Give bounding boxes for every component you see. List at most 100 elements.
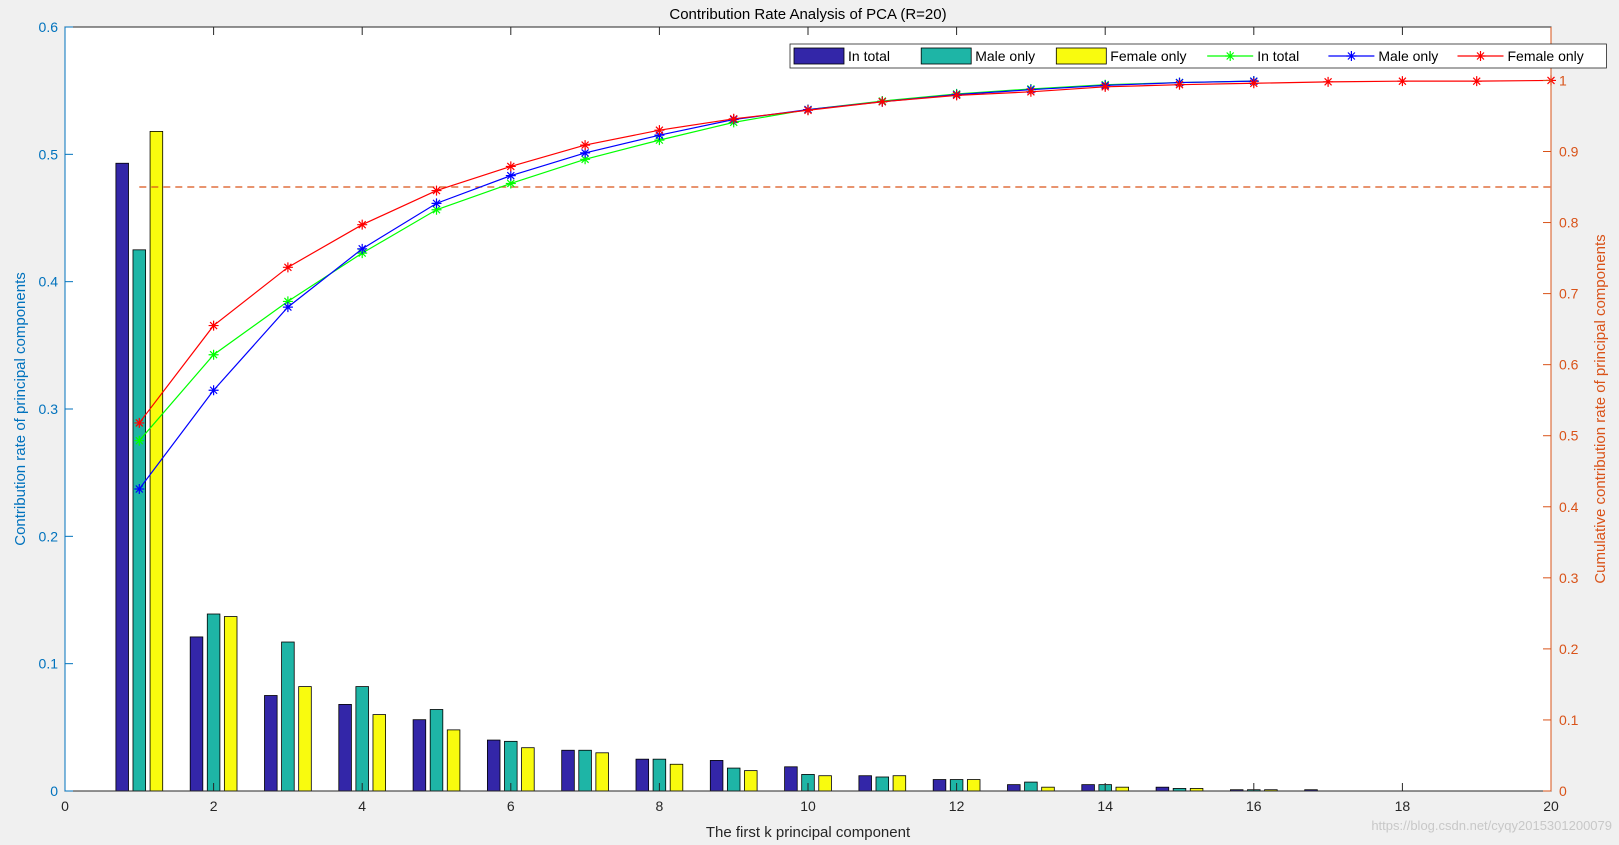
bar — [1041, 786, 1055, 792]
line-point — [1323, 76, 1334, 87]
y-left-tick-label: 0.1 — [39, 656, 59, 672]
bar — [1115, 786, 1130, 792]
legend-label: Female only — [1508, 48, 1584, 64]
y-right-tick-label: 0.9 — [1559, 143, 1579, 159]
bar — [635, 758, 650, 792]
y-right-tick-label: 0.1 — [1559, 712, 1579, 728]
bar — [892, 775, 907, 792]
bar — [298, 686, 312, 792]
x-tick-label: 2 — [210, 798, 218, 814]
y-right-tick-label: 0.2 — [1559, 641, 1579, 657]
line-point — [505, 170, 516, 181]
bar — [132, 249, 147, 792]
line-point — [208, 385, 219, 396]
y-axis-left-label: Contribution rate of principal component… — [12, 272, 29, 546]
legend-label: In total — [848, 48, 890, 64]
legend-label: In total — [1257, 48, 1299, 64]
bar — [281, 641, 295, 792]
y-left-tick-label: 0.5 — [39, 146, 59, 162]
legend-swatch — [920, 47, 972, 65]
bar — [412, 719, 427, 792]
y-left-tick-label: 0.3 — [39, 401, 59, 417]
x-tick-label: 12 — [949, 798, 965, 814]
bar — [932, 779, 947, 792]
y-right-tick-label: 0.3 — [1559, 570, 1579, 586]
line-point — [877, 96, 888, 107]
bar — [818, 775, 832, 792]
pca-chart: Contribution Rate Analysis of PCA (R=20)… — [12, 6, 1612, 841]
x-tick-label: 20 — [1543, 798, 1559, 814]
x-tick-label: 6 — [507, 798, 515, 814]
bar — [264, 695, 278, 792]
bar — [338, 704, 352, 792]
line-point — [357, 243, 368, 254]
bar — [858, 775, 872, 792]
x-tick-label: 4 — [358, 798, 366, 814]
line-point — [1346, 51, 1357, 61]
line-point — [431, 185, 442, 196]
line-point — [1225, 51, 1236, 61]
bar — [189, 636, 204, 792]
bar — [784, 766, 798, 792]
line-point — [208, 349, 219, 360]
bar — [1155, 786, 1170, 792]
line-point — [282, 302, 293, 313]
legend-label: Female only — [1110, 48, 1186, 64]
y-left-tick-label: 0.2 — [39, 528, 59, 544]
legend-swatch — [1055, 47, 1107, 65]
line-point — [951, 90, 962, 101]
x-tick-label: 0 — [61, 798, 69, 814]
y-right-tick-label: 0.6 — [1559, 357, 1579, 373]
bar — [1007, 784, 1021, 792]
line-point — [208, 320, 219, 331]
legend-label: Male only — [1378, 48, 1438, 64]
line-point — [134, 417, 145, 428]
bar — [486, 739, 501, 792]
bar — [709, 760, 724, 792]
line-point — [1475, 51, 1486, 61]
x-axis-label: The first k principal component — [706, 824, 911, 841]
legend: In total Male only Female only In total Male… — [789, 43, 1607, 69]
line-point — [803, 105, 813, 116]
bar — [744, 770, 758, 792]
line-point — [1471, 76, 1482, 87]
line-point — [431, 198, 442, 209]
y-left-tick-label: 0.6 — [39, 19, 59, 35]
line-point — [580, 140, 591, 151]
line-point — [1174, 79, 1185, 90]
x-tick-label: 10 — [800, 798, 816, 814]
watermark: https://blog.csdn.net/cyqy2015301200079 — [1371, 818, 1612, 833]
bar — [578, 749, 592, 792]
line-point — [134, 435, 145, 446]
bar — [595, 752, 609, 792]
bar — [223, 616, 238, 792]
bar — [355, 686, 369, 792]
bar — [875, 776, 890, 792]
bar — [669, 763, 684, 792]
bar — [372, 714, 387, 792]
y-left-tick-label: 0.4 — [39, 274, 59, 290]
bar — [561, 749, 575, 792]
bar — [1024, 781, 1038, 792]
x-tick-label: 16 — [1246, 798, 1262, 814]
line-point — [728, 113, 739, 124]
x-tick-label: 14 — [1097, 798, 1113, 814]
line-point — [1397, 76, 1408, 87]
y-right-tick-label: 0.4 — [1559, 499, 1579, 515]
chart-title: Contribution Rate Analysis of PCA (R=20) — [669, 6, 946, 23]
bar — [726, 767, 741, 792]
legend-label: Male only — [975, 48, 1035, 64]
y-right-tick-label: 0.5 — [1559, 428, 1579, 444]
line-point — [357, 219, 368, 230]
y-right-tick-label: 0 — [1559, 783, 1567, 799]
bar — [429, 709, 444, 792]
bar — [115, 162, 129, 792]
x-tick-label: 18 — [1395, 798, 1411, 814]
line-point — [1248, 78, 1259, 89]
line-point — [1025, 86, 1036, 97]
bar — [446, 729, 461, 792]
y-axis-right-label: Cumulative contribution rate of principa… — [1592, 234, 1609, 583]
line-point — [134, 484, 145, 495]
bar — [521, 747, 535, 792]
line-point — [282, 262, 293, 273]
